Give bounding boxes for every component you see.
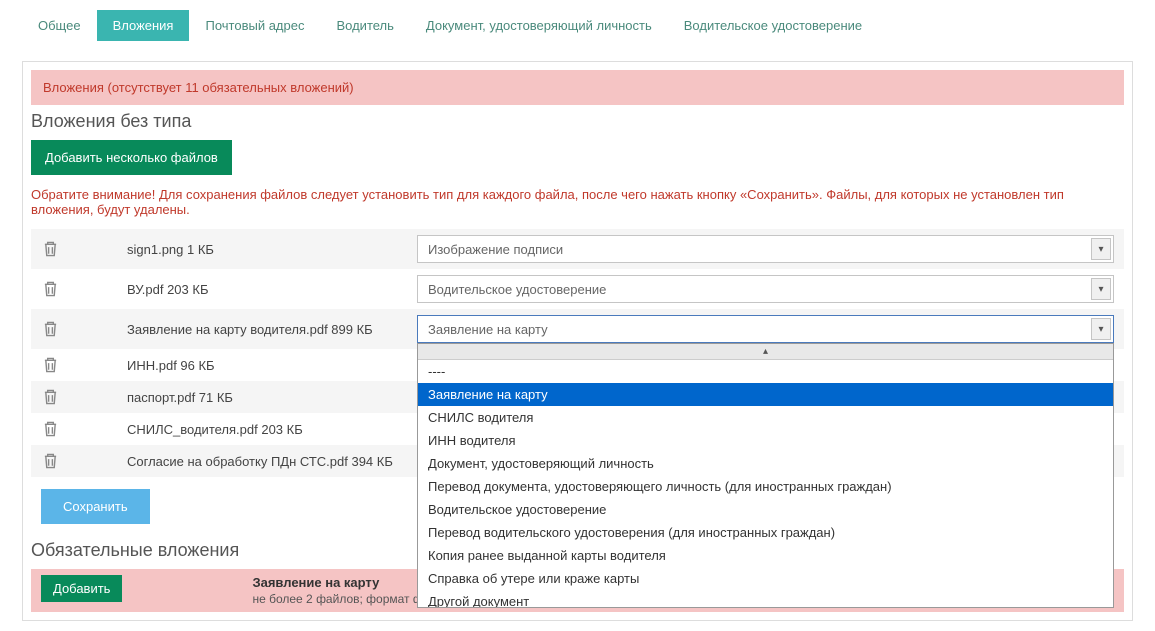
file-name-label: СНИЛС_водителя.pdf 203 КБ xyxy=(127,422,407,437)
trash-icon[interactable] xyxy=(41,239,59,259)
trash-icon[interactable] xyxy=(41,319,59,339)
section-title-untitled: Вложения без типа xyxy=(31,111,1124,132)
file-type-select[interactable]: Изображение подписи ▾ xyxy=(417,235,1114,263)
select-value: Водительское удостоверение xyxy=(428,282,606,297)
chevron-down-icon: ▾ xyxy=(1091,318,1111,340)
select-value: Заявление на карту xyxy=(428,322,548,337)
content-panel: Вложения (отсутствует 11 обязательных вл… xyxy=(22,61,1133,621)
file-name-label: ИНН.pdf 96 КБ xyxy=(127,358,407,373)
save-button[interactable]: Сохранить xyxy=(41,489,150,524)
trash-icon[interactable] xyxy=(41,355,59,375)
tab-bar: Общее Вложения Почтовый адрес Водитель Д… xyxy=(22,10,1133,41)
alert-missing-attachments: Вложения (отсутствует 11 обязательных вл… xyxy=(31,70,1124,105)
warning-text: Обратите внимание! Для сохранения файлов… xyxy=(31,187,1124,217)
file-row: Заявление на карту водителя.pdf 899 КБ З… xyxy=(31,309,1124,349)
file-row: ВУ.pdf 203 КБ Водительское удостоверение… xyxy=(31,269,1124,309)
tab-driver[interactable]: Водитель xyxy=(320,10,409,41)
file-type-select[interactable]: Заявление на карту ▾ xyxy=(417,315,1114,343)
file-name-label: sign1.png 1 КБ xyxy=(127,242,407,257)
add-button[interactable]: Добавить xyxy=(41,575,122,602)
trash-icon[interactable] xyxy=(41,451,59,471)
tab-identity-doc[interactable]: Документ, удостоверяющий личность xyxy=(410,10,668,41)
tab-attachments[interactable]: Вложения xyxy=(97,10,190,41)
dropdown-option[interactable]: Документ, удостоверяющий личность xyxy=(418,452,1113,475)
file-name-label: Согласие на обработку ПДн СТС.pdf 394 КБ xyxy=(127,454,407,469)
dropdown-option[interactable]: Копия ранее выданной карты водителя xyxy=(418,544,1113,567)
add-multiple-files-button[interactable]: Добавить несколько файлов xyxy=(31,140,232,175)
select-value: Изображение подписи xyxy=(428,242,563,257)
dropdown-option[interactable]: ---- xyxy=(418,360,1113,383)
dropdown-option[interactable]: Заявление на карту xyxy=(418,383,1113,406)
trash-icon[interactable] xyxy=(41,387,59,407)
dropdown-option[interactable]: Перевод документа, удостоверяющего лично… xyxy=(418,475,1113,498)
dropdown-option[interactable]: Перевод водительского удостоверения (для… xyxy=(418,521,1113,544)
dropdown-option[interactable]: ИНН водителя xyxy=(418,429,1113,452)
dropdown-option[interactable]: Водительское удостоверение xyxy=(418,498,1113,521)
dropdown-option[interactable]: Справка об утере или краже карты xyxy=(418,567,1113,590)
scroll-up-icon[interactable]: ▴ xyxy=(418,344,1113,360)
file-name-label: паспорт.pdf 71 КБ xyxy=(127,390,407,405)
file-type-dropdown: ▴ ---- Заявление на карту СНИЛС водителя… xyxy=(417,343,1114,608)
trash-icon[interactable] xyxy=(41,279,59,299)
chevron-down-icon: ▾ xyxy=(1091,278,1111,300)
file-type-select[interactable]: Водительское удостоверение ▾ xyxy=(417,275,1114,303)
tab-general[interactable]: Общее xyxy=(22,10,97,41)
trash-icon[interactable] xyxy=(41,419,59,439)
file-row: sign1.png 1 КБ Изображение подписи ▾ xyxy=(31,229,1124,269)
dropdown-option[interactable]: Другой документ xyxy=(418,590,1113,608)
file-name-label: ВУ.pdf 203 КБ xyxy=(127,282,407,297)
tab-driving-license[interactable]: Водительское удостоверение xyxy=(668,10,878,41)
chevron-down-icon: ▾ xyxy=(1091,238,1111,260)
file-name-label: Заявление на карту водителя.pdf 899 КБ xyxy=(127,322,407,337)
dropdown-option[interactable]: СНИЛС водителя xyxy=(418,406,1113,429)
tab-postal[interactable]: Почтовый адрес xyxy=(189,10,320,41)
